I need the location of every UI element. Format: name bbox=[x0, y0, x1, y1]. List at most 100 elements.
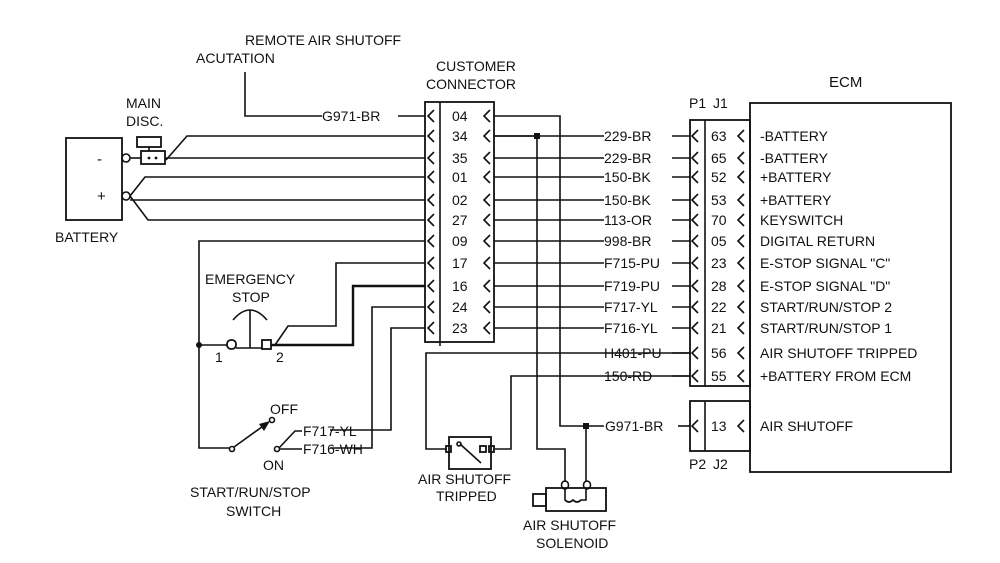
socket-icon bbox=[690, 321, 699, 335]
socket-icon bbox=[690, 129, 699, 143]
socket-icon bbox=[482, 193, 491, 207]
socket-icon bbox=[736, 300, 745, 314]
wire-label: 229-BR bbox=[604, 128, 651, 144]
socket-icon bbox=[482, 170, 491, 184]
j1-pin-row: 05 bbox=[690, 233, 745, 249]
socket-icon bbox=[426, 234, 435, 248]
disc-label: DISC. bbox=[126, 113, 163, 129]
socket-icon bbox=[690, 369, 699, 383]
customer-pin-row: 01 bbox=[426, 169, 491, 185]
socket-icon bbox=[426, 109, 435, 123]
tripped-label-2: TRIPPED bbox=[436, 488, 497, 504]
harness-wire: F717-YL bbox=[494, 299, 690, 315]
socket-icon bbox=[736, 256, 745, 270]
customer-pin-number: 27 bbox=[452, 212, 468, 228]
socket-icon bbox=[482, 213, 491, 227]
customer-pin-number: 01 bbox=[452, 169, 468, 185]
battery-label: BATTERY bbox=[55, 229, 119, 245]
j1-pin-row: 21 bbox=[690, 320, 745, 336]
customer-connector: 04 34 35 01 02 27 09 17 16 24 23 bbox=[424, 101, 495, 346]
socket-icon bbox=[482, 129, 491, 143]
ecm-signal-label: E-STOP SIGNAL "C" bbox=[760, 255, 890, 271]
ecm-signal-label: AIR SHUTOFF TRIPPED bbox=[760, 345, 917, 361]
socket-icon bbox=[736, 369, 745, 383]
harness-wires: 229-BR 229-BR 150-BK 150-BK 113-OR 998-BR F715… bbox=[494, 128, 690, 384]
socket-icon bbox=[426, 129, 435, 143]
emergency-stop-switch: 1 2 bbox=[196, 309, 284, 365]
battery-minus: - bbox=[97, 151, 102, 168]
switch-wire-f716: F716-WH bbox=[303, 441, 363, 457]
harness-wire: F716-YL bbox=[494, 320, 690, 336]
remote-wire-label: G971-BR bbox=[322, 108, 380, 124]
j1-pin-number: 55 bbox=[711, 368, 727, 384]
customer-pin-number: 04 bbox=[452, 108, 468, 124]
customer-pin-row: 34 bbox=[426, 128, 491, 144]
j1-label: J1 bbox=[713, 95, 728, 111]
ecm-signal-label: START/RUN/STOP 2 bbox=[760, 299, 892, 315]
start-run-stop-switch: OFF ON F717-YL F716-WH bbox=[228, 401, 363, 473]
customer-pin-number: 35 bbox=[452, 150, 468, 166]
solenoid-label-2: SOLENOID bbox=[536, 535, 608, 551]
socket-icon bbox=[690, 213, 699, 227]
j1-pin-row: 28 bbox=[690, 278, 745, 294]
solenoid-label-1: AIR SHUTOFF bbox=[523, 517, 616, 533]
socket-icon bbox=[482, 256, 491, 270]
socket-icon bbox=[426, 151, 435, 165]
harness-wire: 998-BR bbox=[494, 233, 690, 249]
socket-icon bbox=[482, 109, 491, 123]
j1-pin-number: 70 bbox=[711, 212, 727, 228]
customer-pin-row: 23 bbox=[426, 320, 491, 336]
main-label: MAIN bbox=[126, 95, 161, 111]
j2-pin-row: 13 bbox=[690, 418, 745, 434]
j1-pin-row: 56 bbox=[690, 345, 745, 361]
socket-icon bbox=[690, 419, 699, 433]
emergency-label: EMERGENCY bbox=[205, 271, 296, 287]
wire-label: F717-YL bbox=[604, 299, 658, 315]
ecm-signal-label: +BATTERY FROM ECM bbox=[760, 368, 911, 384]
remote-air-shutoff-label: REMOTE AIR SHUTOFF bbox=[245, 32, 401, 48]
off-label: OFF bbox=[270, 401, 298, 417]
remote-air-shutoff-wire: G971-BR bbox=[244, 72, 425, 124]
customer-pin-row: 02 bbox=[426, 192, 491, 208]
customer-pin-number: 23 bbox=[452, 320, 468, 336]
j1-pin-number: 63 bbox=[711, 128, 727, 144]
socket-icon bbox=[736, 419, 745, 433]
socket-icon bbox=[690, 346, 699, 360]
harness-wire: F719-PU bbox=[494, 278, 690, 294]
customer-pin-number: 16 bbox=[452, 278, 468, 294]
customer-label: CUSTOMER bbox=[436, 58, 516, 74]
wire-label: 150-BK bbox=[604, 192, 651, 208]
j1-pin-row: 52 bbox=[690, 169, 745, 185]
battery: - + BATTERY bbox=[55, 137, 131, 245]
ecm-signal-label: -BATTERY bbox=[760, 128, 829, 144]
j1-pin-number: 23 bbox=[711, 255, 727, 271]
on-label: ON bbox=[263, 457, 284, 473]
customer-pin-row: 16 bbox=[426, 278, 491, 294]
customer-pin-number: 17 bbox=[452, 255, 468, 271]
customer-pin-row: 24 bbox=[426, 299, 491, 315]
socket-icon bbox=[690, 300, 699, 314]
harness-wire: F715-PU bbox=[494, 255, 690, 271]
customer-pin-row: 09 bbox=[426, 233, 491, 249]
j1-pin-number: 53 bbox=[711, 192, 727, 208]
socket-icon bbox=[482, 321, 491, 335]
socket-icon bbox=[690, 151, 699, 165]
j1-pin-row: 53 bbox=[690, 192, 745, 208]
ecm-signal-label: +BATTERY bbox=[760, 192, 832, 208]
socket-icon bbox=[736, 346, 745, 360]
j1-pin-row: 63 bbox=[690, 128, 745, 144]
socket-icon bbox=[426, 256, 435, 270]
ecm-signal-label: AIR SHUTOFF bbox=[760, 418, 853, 434]
j1-pin-number: 52 bbox=[711, 169, 727, 185]
customer-pin-number: 24 bbox=[452, 299, 468, 315]
p1-j1-connector: 63 65 52 53 70 05 23 28 22 21 56 55 bbox=[689, 119, 751, 387]
j1-pin-row: 22 bbox=[690, 299, 745, 315]
harness-wire: 150-BK bbox=[494, 169, 690, 185]
ecm-signal-label: KEYSWITCH bbox=[760, 212, 843, 228]
estop-pin-2: 2 bbox=[276, 349, 284, 365]
battery-positive-terminal bbox=[121, 191, 131, 201]
switch-label-1: START/RUN/STOP bbox=[190, 484, 311, 500]
j1-pin-row: 23 bbox=[690, 255, 745, 271]
wire-label: F716-YL bbox=[604, 320, 658, 336]
main-disconnect-switch bbox=[136, 136, 166, 165]
